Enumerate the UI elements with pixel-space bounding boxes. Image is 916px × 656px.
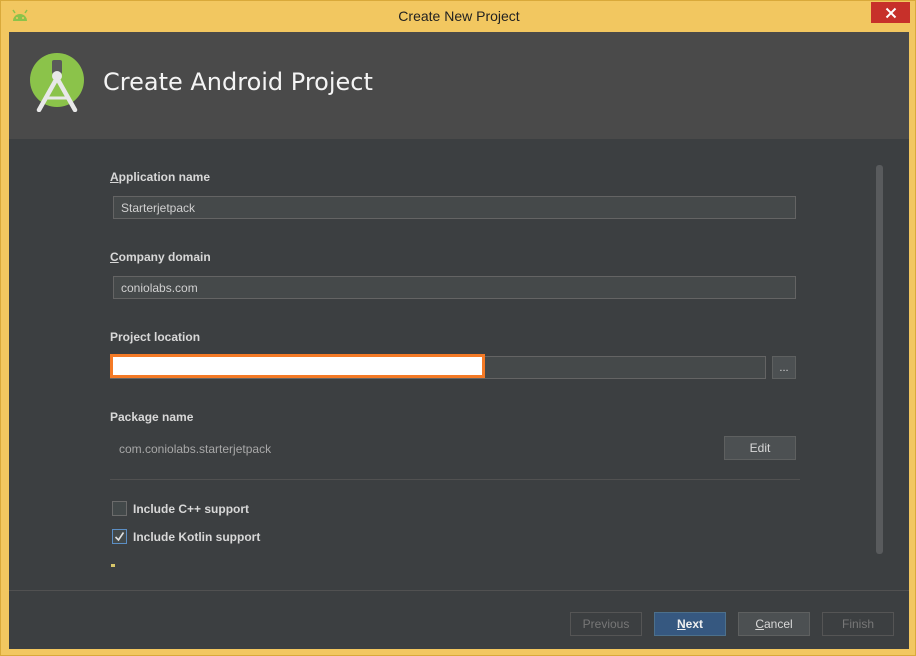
application-name-input[interactable]: Starterjetpack	[113, 196, 796, 219]
browse-location-button[interactable]: ...	[772, 356, 796, 379]
application-name-label: Application name	[110, 170, 211, 184]
dialog-header: Create Android Project	[9, 32, 909, 139]
cancel-button[interactable]: Cancel	[738, 612, 810, 636]
package-name-label: Package name	[110, 410, 194, 424]
finish-button[interactable]: Finish	[822, 612, 894, 636]
divider	[110, 479, 800, 480]
previous-button[interactable]: Previous	[570, 612, 642, 636]
company-domain-input[interactable]: coniolabs.com	[113, 276, 796, 299]
include-kotlin-label: Include Kotlin support	[133, 530, 261, 544]
vertical-scrollbar[interactable]	[876, 165, 883, 554]
footer-divider	[9, 590, 909, 591]
close-button[interactable]	[871, 2, 910, 23]
package-name-value: com.coniolabs.starterjetpack	[119, 442, 272, 456]
include-cpp-label: Include C++ support	[133, 502, 250, 516]
redaction-box	[110, 354, 485, 378]
include-kotlin-checkbox[interactable]	[112, 529, 127, 544]
next-button[interactable]: Next	[654, 612, 726, 636]
android-studio-logo-icon	[30, 53, 84, 112]
company-domain-label: Company domain	[110, 250, 211, 264]
project-location-label: Project location	[110, 330, 201, 344]
warning-marker	[111, 564, 115, 567]
dialog-content: Create Android Project Application name …	[9, 32, 909, 649]
page-title: Create Android Project	[103, 68, 373, 96]
window-title: Create New Project	[398, 8, 520, 24]
include-cpp-checkbox[interactable]	[112, 501, 127, 516]
close-icon	[885, 7, 896, 18]
title-bar: Create New Project	[1, 1, 916, 32]
dialog-window: Create New Project Create Android Projec…	[0, 0, 916, 656]
edit-package-button[interactable]: Edit	[724, 436, 796, 460]
checkmark-icon	[114, 532, 125, 542]
